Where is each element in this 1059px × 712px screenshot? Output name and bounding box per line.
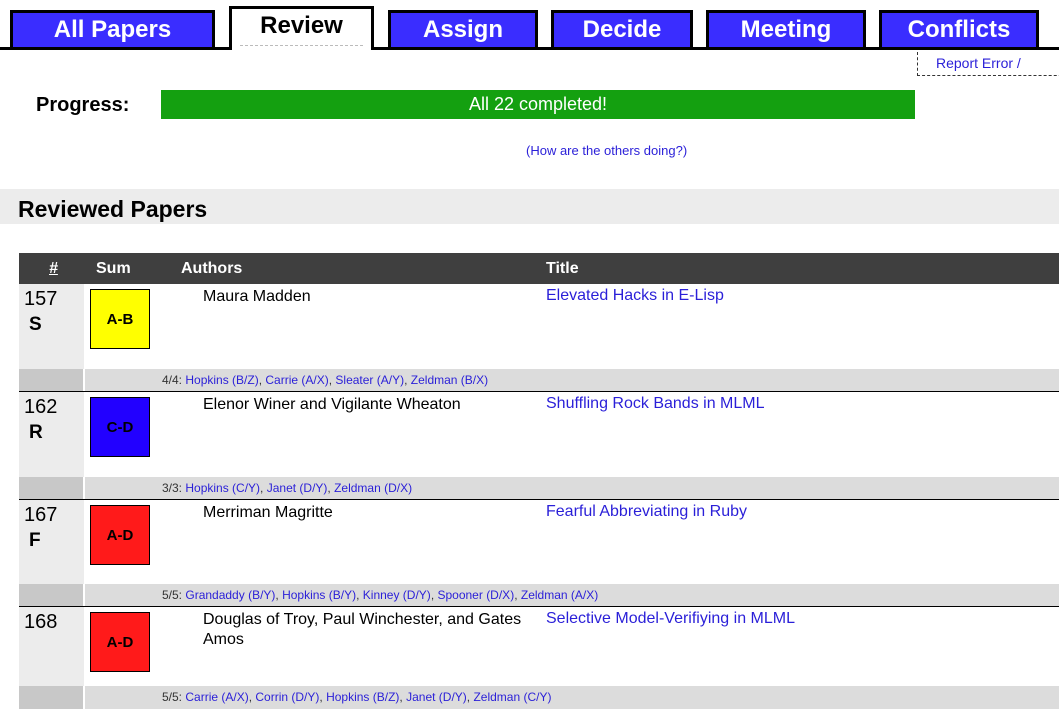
header-sum: Sum — [96, 260, 131, 277]
paper-id-cell: 168 — [19, 607, 85, 686]
report-error-label[interactable]: Report Error / — [936, 55, 1021, 71]
table-header: # Sum Authors Title — [19, 253, 1059, 284]
review-list: 4/4: Hopkins (B/Z), Carrie (A/X), Sleate… — [162, 373, 489, 387]
table-row: 167 F A-D Merriman Magritte Fearful Abbr… — [19, 500, 1059, 607]
paper-id-cell: 162 R — [19, 392, 85, 477]
review-list: 3/3: Hopkins (C/Y), Janet (D/Y), Zeldman… — [162, 481, 413, 495]
tab-rule — [0, 47, 1059, 50]
paper-id: 157 — [24, 288, 58, 310]
summary-badge: A-D — [90, 612, 150, 672]
tab-review-label: Review — [260, 12, 343, 39]
paper-decision: R — [29, 422, 43, 443]
review-list: 5/5: Grandaddy (B/Y), Hopkins (B/Y), Kin… — [162, 588, 599, 602]
review-summary: 3/3: Hopkins (C/Y), Janet (D/Y), Zeldman… — [19, 477, 1059, 500]
review-link[interactable]: Janet (D/Y) — [406, 690, 467, 704]
review-link[interactable]: Zeldman (A/X) — [521, 588, 598, 602]
table-row: 157 S A-B Maura Madden Elevated Hacks in… — [19, 284, 1059, 392]
summary-badge: C-D — [90, 397, 150, 457]
review-count: 5/5: — [162, 588, 183, 602]
tab-conflicts[interactable]: Conflicts — [879, 10, 1039, 47]
review-link[interactable]: Sleater (A/Y) — [335, 373, 404, 387]
paper-id-cell: 167 F — [19, 500, 85, 584]
review-link[interactable]: Hopkins (B/Z) — [326, 690, 399, 704]
review-gap — [19, 369, 85, 392]
paper-authors: Merriman Magritte — [203, 504, 333, 521]
section-title: Reviewed Papers — [18, 196, 208, 222]
paper-title-link[interactable]: Selective Model-Verifiying in MLML — [546, 610, 795, 628]
review-link[interactable]: Janet (D/Y) — [267, 481, 328, 495]
paper-decision: S — [29, 314, 42, 335]
review-link[interactable]: Zeldman (C/Y) — [473, 690, 551, 704]
review-gap — [19, 477, 85, 500]
paper-title-link[interactable]: Shuffling Rock Bands in MLML — [546, 395, 764, 413]
paper-authors: Douglas of Troy, Paul Winchester, and Ga… — [203, 611, 522, 648]
header-num[interactable]: # — [49, 260, 58, 278]
review-count: 3/3: — [162, 481, 183, 495]
review-summary: 5/5: Grandaddy (B/Y), Hopkins (B/Y), Kin… — [19, 584, 1059, 607]
table-row: 162 R C-D Elenor Winer and Vigilante Whe… — [19, 392, 1059, 500]
progress-text: All 22 completed! — [468, 94, 608, 114]
tab-assign[interactable]: Assign — [388, 10, 538, 47]
progress-bar: All 22 completed! — [161, 90, 915, 119]
tab-meeting[interactable]: Meeting — [706, 10, 866, 47]
summary-badge: A-B — [90, 289, 150, 349]
paper-title-link[interactable]: Fearful Abbreviating in Ruby — [546, 503, 747, 521]
tab-review[interactable]: Review — [229, 6, 374, 50]
review-count: 5/5: — [162, 690, 183, 704]
review-link[interactable]: Spooner (D/X) — [437, 588, 514, 602]
paper-title-link[interactable]: Elevated Hacks in E-Lisp — [546, 287, 724, 305]
review-summary: 5/5: Carrie (A/X), Corrin (D/Y), Hopkins… — [19, 686, 1059, 709]
review-gap — [19, 584, 85, 607]
review-link[interactable]: Hopkins (B/Y) — [282, 588, 356, 602]
paper-id: 167 — [24, 504, 58, 526]
header-authors: Authors — [181, 260, 243, 277]
review-link[interactable]: Kinney (D/Y) — [363, 588, 431, 602]
paper-id: 162 — [24, 396, 58, 418]
review-link[interactable]: Corrin (D/Y) — [255, 690, 319, 704]
review-count: 4/4: — [162, 373, 183, 387]
paper-authors: Maura Madden — [203, 288, 311, 305]
review-link[interactable]: Carrie (A/X) — [265, 373, 328, 387]
review-list: 5/5: Carrie (A/X), Corrin (D/Y), Hopkins… — [162, 690, 552, 704]
progress-label: Progress: — [36, 94, 130, 116]
review-link[interactable]: Zeldman (D/X) — [334, 481, 412, 495]
review-gap — [19, 686, 85, 709]
tab-all-papers[interactable]: All Papers — [10, 10, 215, 47]
review-link[interactable]: Grandaddy (B/Y) — [185, 588, 275, 602]
tab-underline — [240, 45, 363, 46]
review-summary: 4/4: Hopkins (B/Z), Carrie (A/X), Sleate… — [19, 369, 1059, 392]
section-header: Reviewed Papers — [0, 189, 1059, 224]
tab-decide[interactable]: Decide — [551, 10, 693, 47]
summary-badge: A-D — [90, 505, 150, 565]
review-link[interactable]: Zeldman (B/X) — [411, 373, 488, 387]
report-error-link[interactable]: Report Error / — [917, 52, 1059, 76]
header-title: Title — [546, 260, 579, 277]
paper-id-cell: 157 S — [19, 284, 85, 369]
paper-id: 168 — [24, 611, 58, 633]
others-progress-link[interactable]: (How are the others doing?) — [526, 143, 687, 158]
others-progress-label[interactable]: (How are the others doing?) — [526, 143, 687, 158]
tab-bar: All Papers Review Assign Decide Meeting … — [0, 0, 1059, 58]
paper-decision: F — [29, 530, 41, 551]
review-link[interactable]: Hopkins (B/Z) — [185, 373, 258, 387]
review-link[interactable]: Hopkins (C/Y) — [185, 481, 260, 495]
review-link[interactable]: Carrie (A/X) — [185, 690, 248, 704]
table-row: 168 A-D Douglas of Troy, Paul Winchester… — [19, 607, 1059, 712]
paper-authors: Elenor Winer and Vigilante Wheaton — [203, 396, 461, 413]
